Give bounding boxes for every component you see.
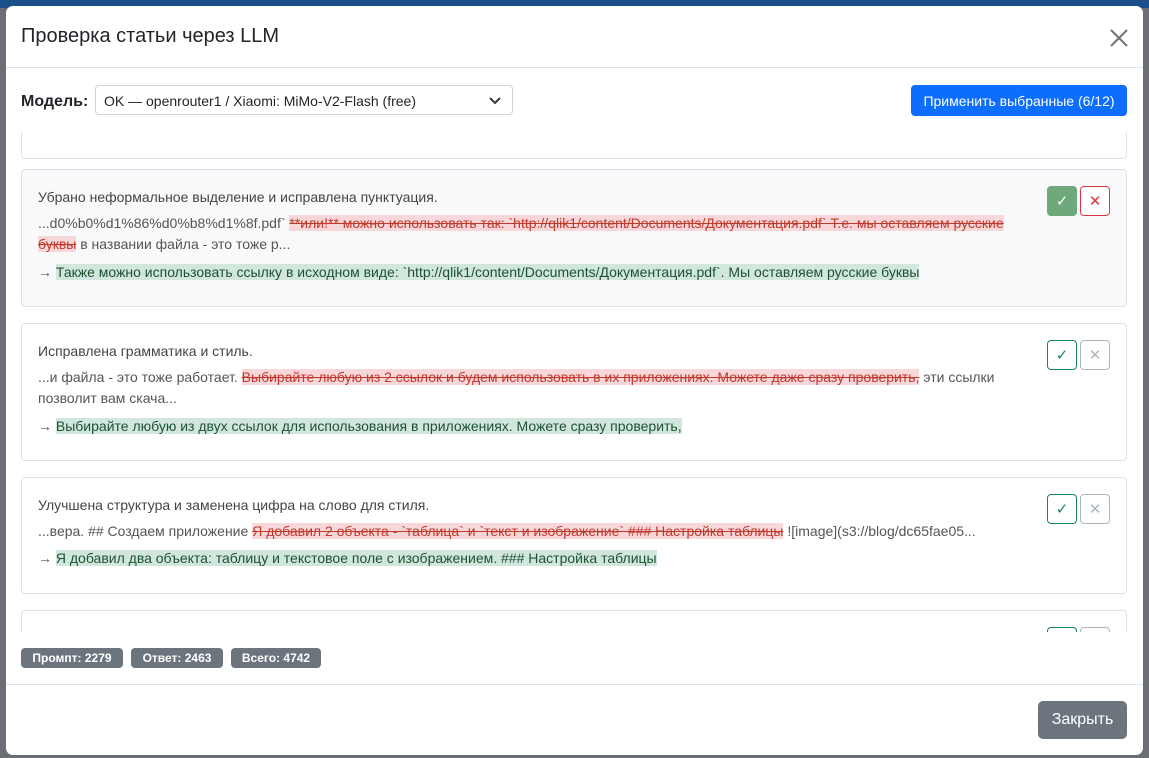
suggestion-card: Убрано неформальное выделение и исправле… [21, 169, 1127, 307]
check-icon: ✓ [1055, 501, 1069, 518]
suggestion-result: → Также можно использовать ссылку в исхо… [38, 264, 920, 280]
accept-button[interactable]: ✓ [1047, 186, 1077, 216]
accept-button[interactable] [1047, 627, 1077, 632]
suggestion-card-partial [21, 610, 1127, 632]
x-icon: ✕ [1088, 193, 1102, 210]
accept-button[interactable]: ✓ [1047, 340, 1077, 370]
model-select-value: OK — openrouter1 / Xiaomi: MiMo-V2-Flash… [104, 93, 416, 109]
context-before: ...и файла - это тоже работает. [38, 369, 242, 385]
suggestion-card: Улучшена структура и заменена цифра на с… [21, 477, 1127, 594]
suggestion-context: ...вера. ## Создаем приложение Я добавил… [38, 521, 1038, 542]
modal-footer: Закрыть [6, 684, 1143, 755]
suggestion-card: Исправлена грамматика и стиль. ...и файл… [21, 323, 1127, 461]
model-label: Модель: [21, 93, 89, 110]
check-icon: ✓ [1055, 347, 1069, 364]
x-icon: ✕ [1088, 501, 1102, 518]
reject-button[interactable]: ✕ [1080, 494, 1110, 524]
arrow-icon: → [38, 550, 56, 566]
inserted-text: Выбирайте любую из двух ссылок для испол… [55, 418, 682, 434]
close-icon[interactable] [1106, 25, 1132, 51]
model-select[interactable]: OK — openrouter1 / Xiaomi: MiMo-V2-Flash… [95, 85, 513, 115]
suggestion-result: → Я добавил два объекта: таблицу и текст… [38, 550, 657, 566]
suggestion-result: → Выбирайте любую из двух ссылок для исп… [38, 418, 682, 434]
suggestion-title: Исправлена грамматика и стиль. [38, 343, 253, 359]
deleted-text: Выбирайте любую из 2 ссылок и будем испо… [241, 369, 920, 385]
modal-title: Проверка статьи через LLM [21, 25, 280, 47]
prompt-tokens-badge: Промпт: 2279 [21, 648, 123, 668]
reject-button[interactable] [1080, 627, 1110, 632]
chevron-down-icon [489, 97, 501, 105]
modal-header: Проверка статьи через LLM [6, 6, 1143, 68]
check-icon: ✓ [1055, 193, 1069, 210]
context-before: ...вера. ## Создаем приложение [38, 523, 253, 539]
apply-selected-button[interactable]: Применить выбранные (6/12) [911, 85, 1127, 116]
llm-check-modal: Проверка статьи через LLM Модель: OK — o… [6, 6, 1143, 755]
inserted-text: Я добавил два объекта: таблицу и текстов… [55, 550, 657, 566]
suggestions-list[interactable]: Убрано неформальное выделение и исправле… [6, 132, 1143, 632]
deleted-text: Я добавил 2 объекта - `таблица` и `текст… [252, 523, 784, 539]
inserted-text: Также можно использовать ссылку в исходн… [55, 264, 920, 280]
suggestion-context: ...d0%b0%d1%86%d0%b8%d1%8f.pdf` **или!**… [38, 213, 1038, 255]
suggestion-card-partial [21, 132, 1127, 159]
context-after: в названии файла - это тоже р... [76, 236, 291, 252]
x-icon: ✕ [1088, 347, 1102, 364]
context-before: ...d0%b0%d1%86%d0%b8%d1%8f.pdf` [38, 215, 290, 231]
total-tokens-badge: Всего: 4742 [231, 648, 321, 668]
accept-button[interactable]: ✓ [1047, 494, 1077, 524]
model-toolbar: Модель: OK — openrouter1 / Xiaomi: MiMo-… [6, 68, 1143, 132]
arrow-icon: → [38, 264, 56, 280]
answer-tokens-badge: Ответ: 2463 [131, 648, 223, 668]
reject-button[interactable]: ✕ [1080, 340, 1110, 370]
suggestion-title: Убрано неформальное выделение и исправле… [38, 189, 438, 205]
arrow-icon: → [38, 418, 56, 434]
suggestion-context: ...и файла - это тоже работает. Выбирайт… [38, 367, 1038, 409]
context-after: ![image](s3://blog/dc65fae05... [783, 523, 976, 539]
reject-button[interactable]: ✕ [1080, 186, 1110, 216]
close-button[interactable]: Закрыть [1038, 701, 1127, 739]
suggestion-title: Улучшена структура и заменена цифра на с… [38, 497, 430, 513]
